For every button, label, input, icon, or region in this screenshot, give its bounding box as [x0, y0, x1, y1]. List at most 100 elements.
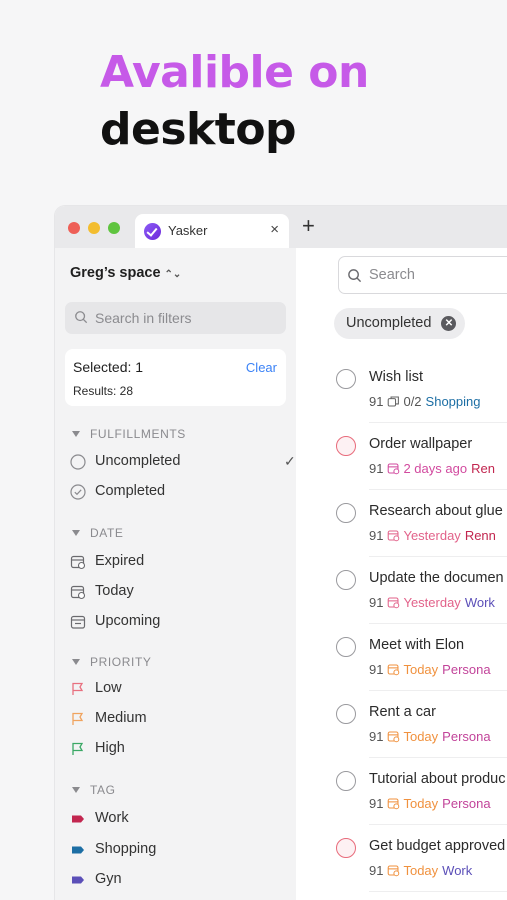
section-label: PRIORITY [90, 655, 152, 669]
task-tag[interactable]: Persona [442, 796, 490, 811]
task-due-date: Yesterday [387, 528, 461, 543]
task-title: Rent a car [369, 704, 436, 720]
task-complete-checkbox[interactable] [336, 369, 356, 389]
task-tag[interactable]: Work [442, 863, 472, 878]
task-complete-checkbox[interactable] [336, 570, 356, 590]
calendar-clock-icon [70, 585, 86, 600]
tab-close-icon[interactable]: × [270, 221, 279, 238]
task-row[interactable]: Wish list 91 0/2 Shopping [334, 356, 507, 423]
task-tag[interactable]: Persona [442, 729, 490, 744]
task-tag[interactable]: Work [465, 595, 495, 610]
task-meta: 91 2 days ago Ren [369, 461, 499, 476]
task-tag[interactable]: Renn [465, 528, 496, 543]
task-count: 91 [369, 662, 384, 677]
task-list-panel: Search Uncompleted ✕ Wish list 91 0/2 Shopp… [296, 248, 507, 900]
calendar-clock-icon [388, 597, 400, 609]
task-meta: 91 Today Persona [369, 662, 495, 677]
task-row[interactable]: Get budget approved 91 Today Work [334, 825, 507, 892]
space-switcher[interactable]: Greg’s space ⌃⌄ [70, 265, 181, 281]
section-fulfillments[interactable]: FULFILLMENTS [72, 427, 186, 441]
filters-sidebar: Greg’s space ⌃⌄ Search in filters Selecte… [55, 248, 296, 900]
empty-circle-icon [70, 454, 86, 470]
filter-label: Upcoming [95, 613, 161, 629]
task-count: 91 [369, 461, 384, 476]
selected-count: Selected: 1 [73, 359, 144, 375]
results-count: Results: 28 [73, 384, 134, 398]
due-date-text: Today [403, 863, 439, 878]
due-date-text: Today [403, 796, 439, 811]
row-divider [369, 891, 507, 892]
check-circle-icon [70, 484, 86, 500]
task-complete-checkbox[interactable] [336, 838, 356, 858]
section-tag[interactable]: TAG [72, 783, 116, 797]
filter-label: Today [95, 583, 134, 599]
task-row[interactable]: Research about glue 91 Yesterday Renn [334, 490, 507, 557]
task-due-date: Today [387, 863, 438, 878]
task-tag[interactable]: Ren [471, 461, 495, 476]
filter-label: Low [95, 680, 122, 696]
calendar-clock-icon [70, 555, 86, 570]
caret-down-icon [72, 659, 80, 665]
task-meta: 91 0/2 Shopping [369, 394, 485, 409]
filter-label: Gyn [95, 871, 122, 887]
task-title: Update the documen [369, 570, 504, 586]
filter-label: Uncompleted [95, 453, 181, 469]
task-title: Wish list [369, 369, 423, 385]
space-name: Greg’s space [70, 265, 161, 281]
active-filter-chip[interactable]: Uncompleted ✕ [334, 308, 466, 339]
tab-title: Yasker [168, 223, 208, 238]
hero-line-availability: Avalible on [100, 47, 369, 98]
task-tag[interactable]: Persona [442, 662, 490, 677]
task-complete-checkbox[interactable] [336, 771, 356, 791]
task-complete-checkbox[interactable] [336, 503, 356, 523]
chip-label: Uncompleted [346, 315, 432, 331]
task-complete-checkbox[interactable] [336, 637, 356, 657]
task-meta: 91 Yesterday Renn [369, 528, 500, 543]
task-complete-checkbox[interactable] [336, 704, 356, 724]
task-row[interactable]: Tutorial about produc 91 Today Persona [334, 758, 507, 825]
task-due-date: Today [387, 796, 438, 811]
yasker-logo-icon [144, 223, 161, 240]
task-count: 91 [369, 729, 384, 744]
task-row[interactable]: Rent a car 91 Today Persona [334, 691, 507, 758]
task-tag[interactable]: Shopping [426, 394, 481, 409]
task-complete-checkbox[interactable] [336, 436, 356, 456]
task-row[interactable]: Meet with Elon 91 Today Persona [334, 624, 507, 691]
calendar-clock-icon [388, 463, 400, 475]
section-date[interactable]: DATE [72, 526, 124, 540]
tag-icon [72, 815, 84, 823]
chevron-updown-icon: ⌃⌄ [164, 269, 182, 280]
task-due-date: 2 days ago [387, 461, 467, 476]
task-count: 91 [369, 863, 384, 878]
minimize-window-button[interactable] [88, 222, 100, 234]
filter-search-input[interactable]: Search in filters [65, 302, 286, 334]
caret-down-icon [72, 530, 80, 536]
browser-titlebar: Yasker × + [55, 206, 507, 250]
browser-tab[interactable]: Yasker × [135, 214, 289, 250]
filter-label: Medium [95, 710, 147, 726]
maximize-window-button[interactable] [108, 222, 120, 234]
search-icon [348, 269, 362, 283]
task-search-input[interactable]: Search [338, 256, 507, 294]
task-due-date: Yesterday [387, 595, 461, 610]
checkmark-icon: ✓ [284, 453, 296, 469]
task-count: 91 [369, 796, 384, 811]
task-due-date: Today [387, 662, 438, 677]
task-count: 91 [369, 595, 384, 610]
task-title: Meet with Elon [369, 637, 465, 653]
clear-button[interactable]: Clear [246, 360, 277, 375]
task-search-placeholder: Search [369, 267, 415, 283]
filter-label: Completed [95, 483, 166, 499]
section-label: FULFILLMENTS [90, 427, 186, 441]
close-window-button[interactable] [68, 222, 80, 234]
calendar-clock-icon [388, 664, 400, 676]
new-tab-button[interactable]: + [302, 215, 315, 237]
section-priority[interactable]: PRIORITY [72, 655, 151, 669]
task-row[interactable]: Update the documen 91 Yesterday Work [334, 557, 507, 624]
filter-label: Shopping [95, 841, 157, 857]
remove-filter-icon[interactable]: ✕ [441, 316, 457, 331]
flag-icon [72, 742, 84, 755]
task-row[interactable]: Order wallpaper 91 2 days ago Ren [334, 423, 507, 490]
selection-summary: Selected: 1 Clear Results: 28 [65, 349, 286, 406]
due-date-text: Yesterday [403, 528, 461, 543]
